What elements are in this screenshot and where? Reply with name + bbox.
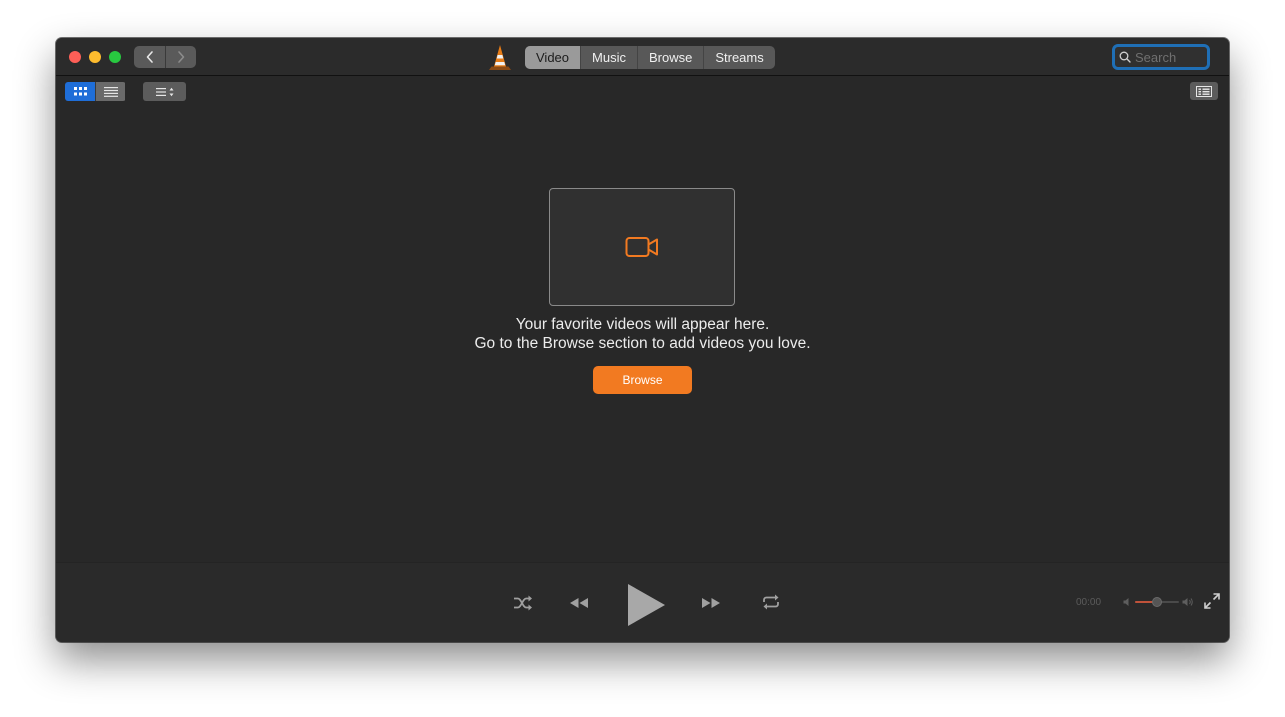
list-view-button[interactable] (95, 82, 125, 101)
playback-control-bar: 00:00 (56, 562, 1229, 642)
library-tabs: Video Music Browse Streams (525, 46, 775, 69)
volume-slider[interactable] (1134, 594, 1180, 610)
tab-music[interactable]: Music (580, 46, 637, 69)
volume-low-icon (1123, 598, 1128, 606)
shuffle-icon (514, 595, 532, 611)
video-camera-icon (625, 237, 658, 257)
tab-browse[interactable]: Browse (636, 46, 703, 69)
search-field[interactable] (1112, 44, 1210, 70)
view-mode-toggle (65, 82, 126, 101)
fast-forward-button[interactable] (700, 595, 722, 611)
chevron-right-icon (178, 51, 185, 63)
search-input[interactable] (1135, 49, 1205, 65)
play-icon (628, 584, 665, 626)
navigation-buttons (134, 46, 196, 68)
forward-button[interactable] (165, 46, 196, 68)
volume-high-button[interactable] (1182, 596, 1194, 608)
back-button[interactable] (134, 46, 165, 68)
tab-streams[interactable]: Streams (703, 46, 774, 69)
volume-low-button[interactable] (1122, 596, 1132, 608)
fullscreen-icon (1204, 593, 1220, 609)
shuffle-button[interactable] (512, 593, 534, 613)
volume-high-icon (1182, 598, 1193, 606)
chevron-left-icon (146, 51, 153, 63)
sidebar-toggle-button[interactable] (1190, 82, 1218, 100)
minimize-window-button[interactable] (89, 51, 101, 63)
empty-state-message: Your favorite videos will appear here. (515, 316, 770, 333)
volume-track (1135, 597, 1179, 607)
title-bar: Video Music Browse Streams (56, 38, 1229, 76)
vlc-cone-icon (489, 45, 511, 70)
sort-icon (155, 87, 173, 96)
fast-forward-icon (702, 598, 720, 608)
play-button[interactable] (625, 582, 667, 628)
rewind-button[interactable] (568, 595, 590, 611)
rewind-icon (570, 598, 588, 608)
zoom-window-button[interactable] (109, 51, 121, 63)
repeat-button[interactable] (760, 593, 782, 611)
empty-state-thumbnail (549, 188, 735, 306)
browse-button[interactable]: Browse (593, 366, 692, 394)
grid-view-icon (73, 87, 87, 96)
vlc-window: Video Music Browse Streams Search Your f… (56, 38, 1229, 642)
repeat-icon (763, 594, 779, 610)
grid-view-button[interactable] (65, 82, 95, 101)
fullscreen-button[interactable] (1203, 592, 1221, 610)
search-icon (1119, 51, 1131, 63)
list-view-icon (103, 86, 118, 97)
empty-state-hint: Go to the Browse section to add videos y… (474, 335, 811, 352)
sidebar-toggle-icon (1196, 85, 1212, 97)
close-window-button[interactable] (69, 51, 81, 63)
tab-video[interactable]: Video (525, 46, 581, 69)
time-display: 00:00 (1076, 597, 1102, 608)
sort-menu-button[interactable] (143, 82, 186, 101)
